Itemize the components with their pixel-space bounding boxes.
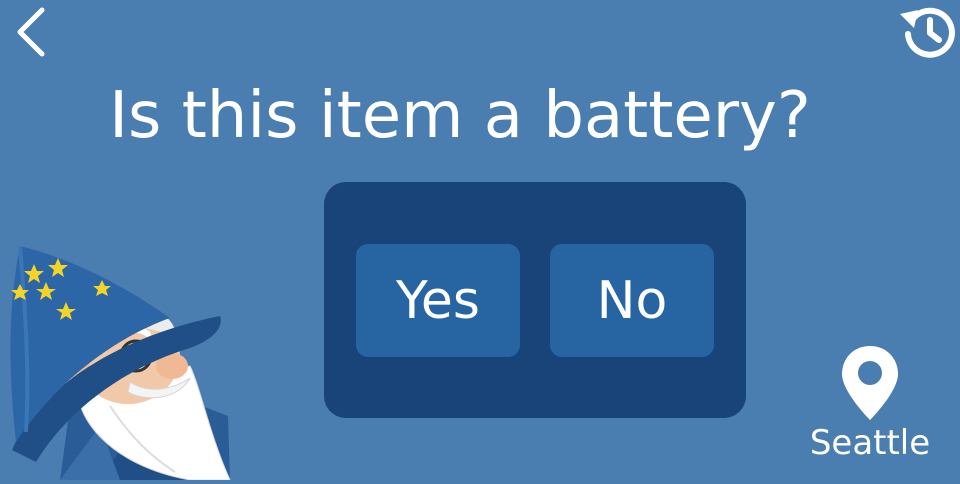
history-icon [900, 7, 955, 58]
yes-button[interactable]: Yes [356, 244, 520, 357]
wizard-illustration [10, 245, 231, 481]
location-selector[interactable]: Seattle [800, 344, 940, 474]
question-heading: Is this item a battery? [109, 79, 811, 153]
no-button[interactable]: No [550, 244, 714, 357]
back-button[interactable] [8, 4, 56, 60]
location-pin-icon [842, 346, 898, 420]
wizard-mascot [0, 236, 240, 481]
chevron-left-icon [17, 7, 45, 57]
answer-panel: Yes No [324, 182, 746, 418]
history-button[interactable] [898, 0, 960, 62]
location-city-label: Seattle [809, 423, 931, 463]
